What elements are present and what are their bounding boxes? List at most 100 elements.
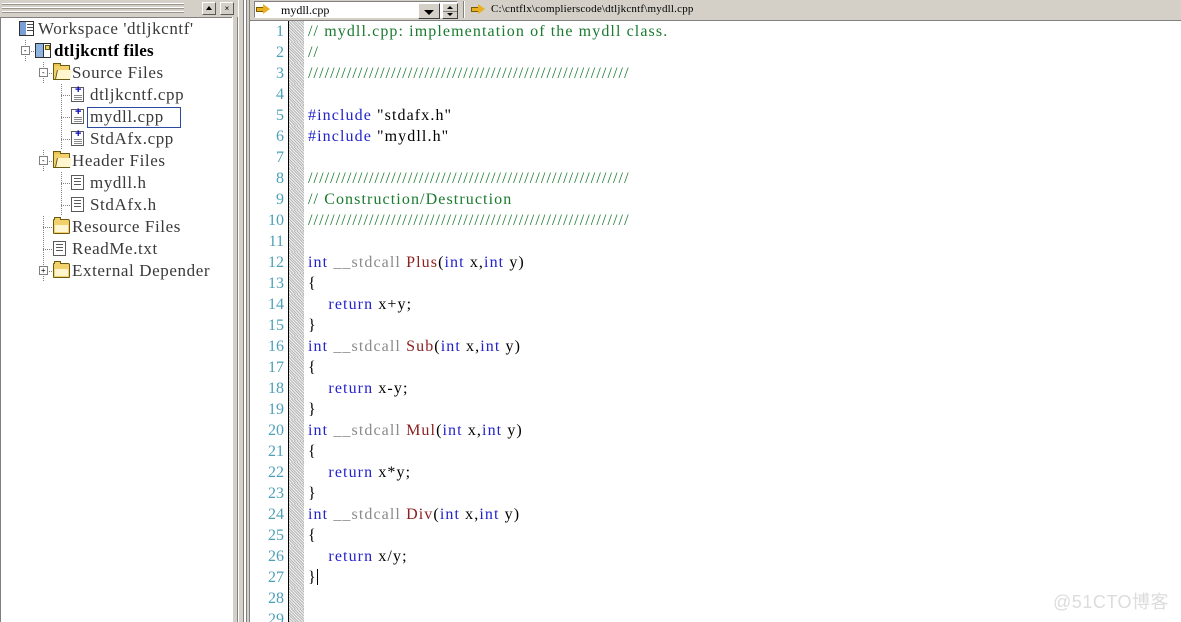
code-line[interactable]: 23} [250,483,1181,504]
editor-gutter[interactable] [288,168,304,189]
panel-splitter[interactable] [238,0,250,622]
editor-gutter[interactable] [288,105,304,126]
code-line[interactable]: 12 int __stdcall Plus(int x,int y) [250,252,1181,273]
tree-item-dtljkcntf-cpp[interactable]: dtljkcntf.cpp [1,84,232,106]
editor-gutter[interactable] [288,273,304,294]
code-line[interactable]: 8 ///////////////////////////////////////… [250,168,1181,189]
code-line[interactable]: 28 [250,588,1181,609]
code-line[interactable]: 29 [250,609,1181,622]
editor-gutter[interactable] [288,504,304,525]
code-token: int [440,338,461,355]
tree-item-stdafx-h[interactable]: StdAfx.h [1,194,232,216]
editor-toolbar: mydll.cpp C:\cntflx\complierscode\dtljkc… [250,0,1181,20]
code-line[interactable]: 17 { [250,357,1181,378]
editor-gutter[interactable] [288,126,304,147]
editor-gutter[interactable] [288,147,304,168]
editor-gutter[interactable] [288,462,304,483]
editor-gutter[interactable] [288,210,304,231]
editor-gutter[interactable] [288,567,304,588]
tree-item-stdafx-cpp[interactable]: StdAfx.cpp [1,128,232,150]
tree-connector [43,250,44,260]
code-line[interactable]: 21 { [250,441,1181,462]
spinner-down-icon[interactable] [443,11,457,18]
tree-item-workspace-dtljkcntf[interactable]: Workspace 'dtljkcntf' [1,18,232,40]
editor-gutter[interactable] [288,483,304,504]
editor-gutter[interactable] [288,294,304,315]
code-line[interactable]: 5 #include "stdafx.h" [250,105,1181,126]
tree-item-mydll-h[interactable]: mydll.h [1,172,232,194]
editor-pane: mydll.cpp C:\cntflx\complierscode\dtljkc… [250,0,1181,622]
editor-gutter[interactable] [288,189,304,210]
line-number: 15 [268,317,284,334]
editor-gutter[interactable] [288,399,304,420]
code-token: y) [502,422,523,439]
workspace-tree[interactable]: Workspace 'dtljkcntf' - dtljkcntf files - So… [0,17,232,622]
code-line[interactable]: 1 // mydll.cpp: implementation of the myd… [250,21,1181,42]
tree-expand-icon[interactable]: + [39,266,48,275]
line-number: 22 [268,464,284,481]
tree-collapse-icon[interactable]: - [39,156,48,165]
tree-item-external-depender[interactable]: + External Depender [1,260,232,282]
line-number: 12 [268,254,284,271]
code-line[interactable]: 19} [250,399,1181,420]
code-line[interactable]: 6 #include "mydll.h" [250,126,1181,147]
spinner-updown-icon[interactable] [442,3,458,19]
code-line[interactable]: 14 return x+y; [250,294,1181,315]
code-token: int [308,422,329,439]
code-token: int [482,422,503,439]
tree-item-source-files[interactable]: - Source Files [1,62,232,84]
code-line[interactable]: 16 int __stdcall Sub(int x,int y) [250,336,1181,357]
tree-item-mydll-cpp[interactable]: mydll.cpp [1,106,232,128]
chevron-down-icon[interactable] [418,3,440,19]
code-line-text: return x-y; [308,378,409,399]
code-line[interactable]: 3 ///////////////////////////////////////… [250,63,1181,84]
editor-gutter[interactable] [288,42,304,63]
editor-gutter[interactable] [288,252,304,273]
tree-item-resource-files[interactable]: Resource Files [1,216,232,238]
editor-gutter[interactable] [288,546,304,567]
code-editor-surface[interactable]: 1 // mydll.cpp: implementation of the myd… [250,20,1181,622]
editor-gutter[interactable] [288,378,304,399]
code-line[interactable]: 24 int __stdcall Div(int x,int y) [250,504,1181,525]
editor-gutter[interactable] [288,441,304,462]
tree-collapse-icon[interactable]: - [21,46,30,55]
tree-connector [61,128,62,139]
code-line[interactable]: 26 return x/y; [250,546,1181,567]
editor-gutter[interactable] [288,420,304,441]
code-line-text: int __stdcall Mul(int x,int y) [308,420,523,441]
panel-splitter-grip[interactable] [243,0,247,622]
tree-item-header-files[interactable]: - Header Files [1,150,232,172]
doc-file-icon [53,241,66,256]
code-line[interactable]: 2 // [250,42,1181,63]
code-line[interactable]: 20 int __stdcall Mul(int x,int y) [250,420,1181,441]
tree-collapse-icon[interactable]: - [39,68,48,77]
editor-gutter[interactable] [288,336,304,357]
code-line[interactable]: 7 [250,147,1181,168]
editor-gutter[interactable] [288,357,304,378]
editor-gutter[interactable] [288,63,304,84]
tree-item-dtljkcntf-files[interactable]: - dtljkcntf files [1,40,232,62]
code-line[interactable]: 25 { [250,525,1181,546]
code-line[interactable]: 10 //////////////////////////////////////… [250,210,1181,231]
code-line[interactable]: 15} [250,315,1181,336]
code-line[interactable]: 27} [250,567,1181,588]
close-icon[interactable]: × [220,2,234,15]
tree-connector [61,84,62,95]
code-line[interactable]: 13 { [250,273,1181,294]
editor-gutter[interactable] [288,525,304,546]
editor-gutter[interactable] [288,315,304,336]
editor-gutter[interactable] [288,588,304,609]
tree-item-readme-txt[interactable]: ReadMe.txt [1,238,232,260]
editor-gutter[interactable] [288,231,304,252]
editor-gutter[interactable] [288,21,304,42]
code-line[interactable]: 11 [250,231,1181,252]
code-line[interactable]: 22 return x*y; [250,462,1181,483]
code-line[interactable]: 18 return x-y; [250,378,1181,399]
editor-gutter[interactable] [288,84,304,105]
code-line[interactable]: 4 [250,84,1181,105]
editor-gutter[interactable] [288,609,304,622]
code-token: __stdcall [333,506,401,523]
titlebar-grip[interactable] [2,3,184,14]
arrow-up-icon[interactable] [202,2,216,15]
code-line[interactable]: 9 // Construction/Destruction [250,189,1181,210]
